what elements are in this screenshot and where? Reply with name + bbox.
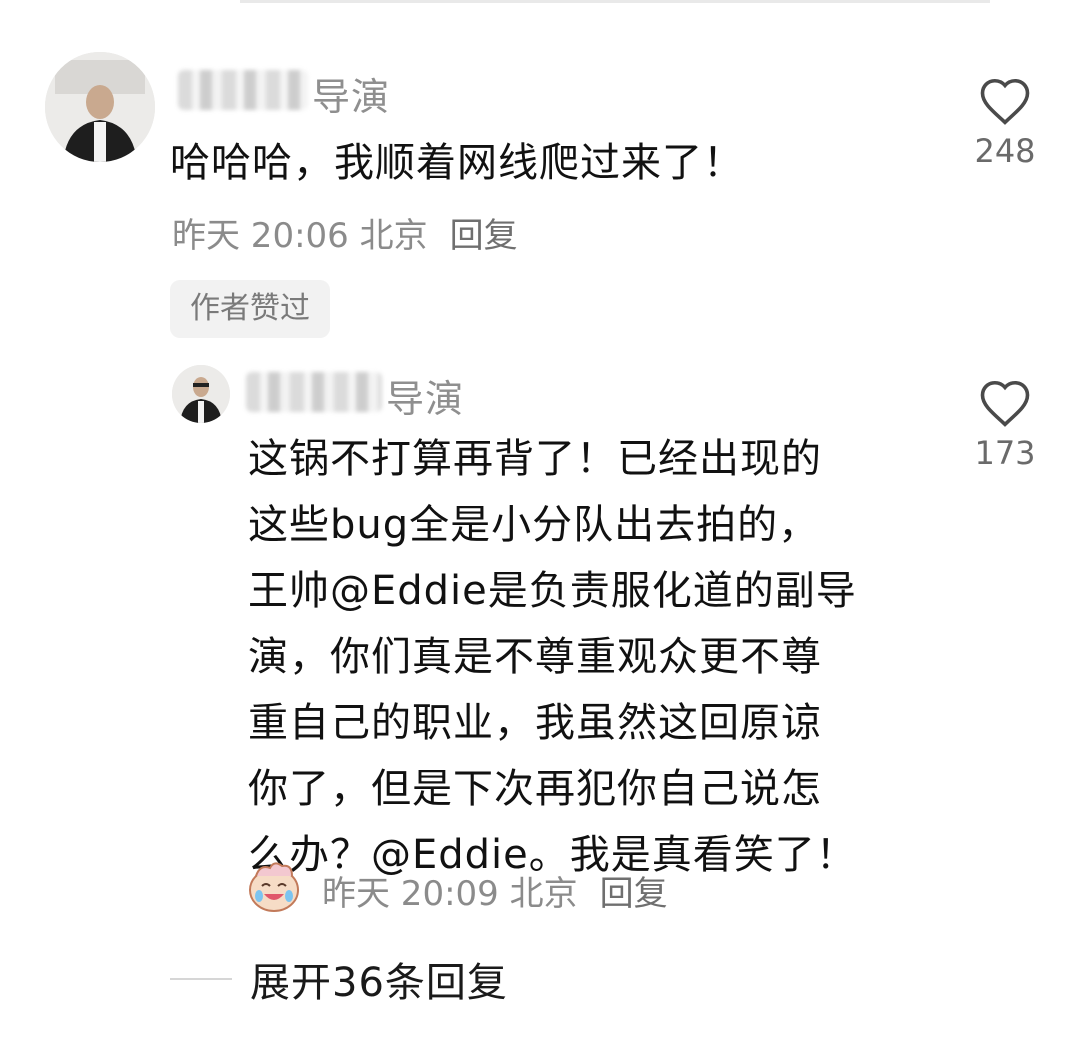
expand-replies-label: 展开36条回复 — [250, 960, 508, 1006]
avatar[interactable] — [172, 365, 230, 423]
comment-line: 演，你们真是不尊重观众更不尊 — [248, 634, 822, 680]
comment-line: 这锅不打算再背了！已经出现的 — [248, 436, 822, 482]
reply-button[interactable]: 回复 — [450, 216, 518, 256]
timestamp: 昨天 20:09 北京 — [322, 874, 578, 914]
comment-line: 重自己的职业，我虽然这回原谅 — [248, 700, 822, 746]
username-blurred — [178, 70, 308, 110]
comment-line: 王帅@Eddie是负责服化道的副导 — [248, 568, 857, 614]
divider — [170, 978, 232, 980]
comment-line: 你了，但是下次再犯你自己说怎 — [248, 766, 822, 812]
divider — [240, 0, 990, 3]
like-button[interactable]: 173 — [960, 378, 1050, 472]
avatar[interactable] — [45, 52, 155, 162]
comment-meta: 昨天 20:09 北京 回复 — [322, 866, 668, 915]
heart-outline-icon — [980, 78, 1030, 125]
username[interactable]: 导演 — [386, 368, 464, 423]
comment-meta: 昨天 20:06 北京 回复 — [172, 208, 518, 257]
like-button[interactable]: 248 — [960, 76, 1050, 170]
author-liked-badge: 作者赞过 — [170, 280, 330, 338]
comment-text: 这锅不打算再背了！已经出现的 这些bug全是小分队出去拍的， 王帅@Eddie是… — [248, 426, 857, 888]
laughing-face-sticker-icon — [246, 858, 302, 914]
expand-replies-button[interactable]: 展开36条回复 — [170, 950, 508, 1008]
username-blurred — [246, 372, 382, 412]
timestamp: 昨天 20:06 北京 — [172, 216, 428, 256]
like-count: 173 — [974, 434, 1036, 472]
comment-text: 哈哈哈，我顺着网线爬过来了！ — [170, 140, 744, 186]
like-count: 248 — [974, 132, 1036, 170]
username[interactable]: 导演 — [312, 66, 390, 121]
reply-button[interactable]: 回复 — [600, 874, 668, 914]
comment-line: 这些bug全是小分队出去拍的， — [248, 502, 820, 548]
heart-outline-icon — [980, 380, 1030, 427]
